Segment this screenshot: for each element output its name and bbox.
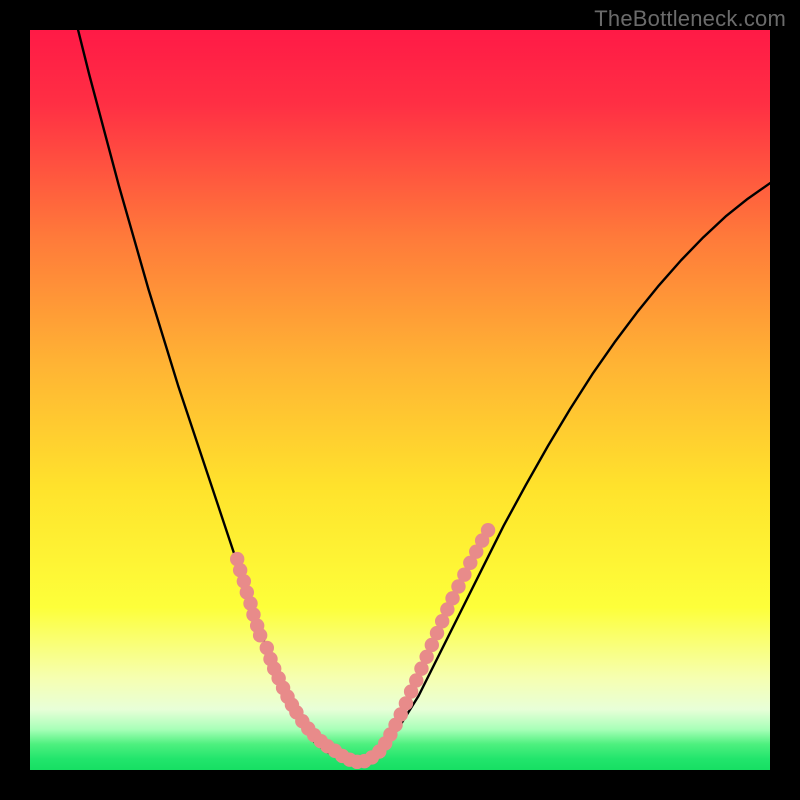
data-dot: [481, 523, 495, 537]
data-dot: [253, 628, 267, 642]
plot-area: [30, 30, 770, 770]
outer-frame: TheBottleneck.com: [0, 0, 800, 800]
gradient-background: [30, 30, 770, 770]
watermark-text: TheBottleneck.com: [594, 6, 786, 32]
chart-svg: [30, 30, 770, 770]
